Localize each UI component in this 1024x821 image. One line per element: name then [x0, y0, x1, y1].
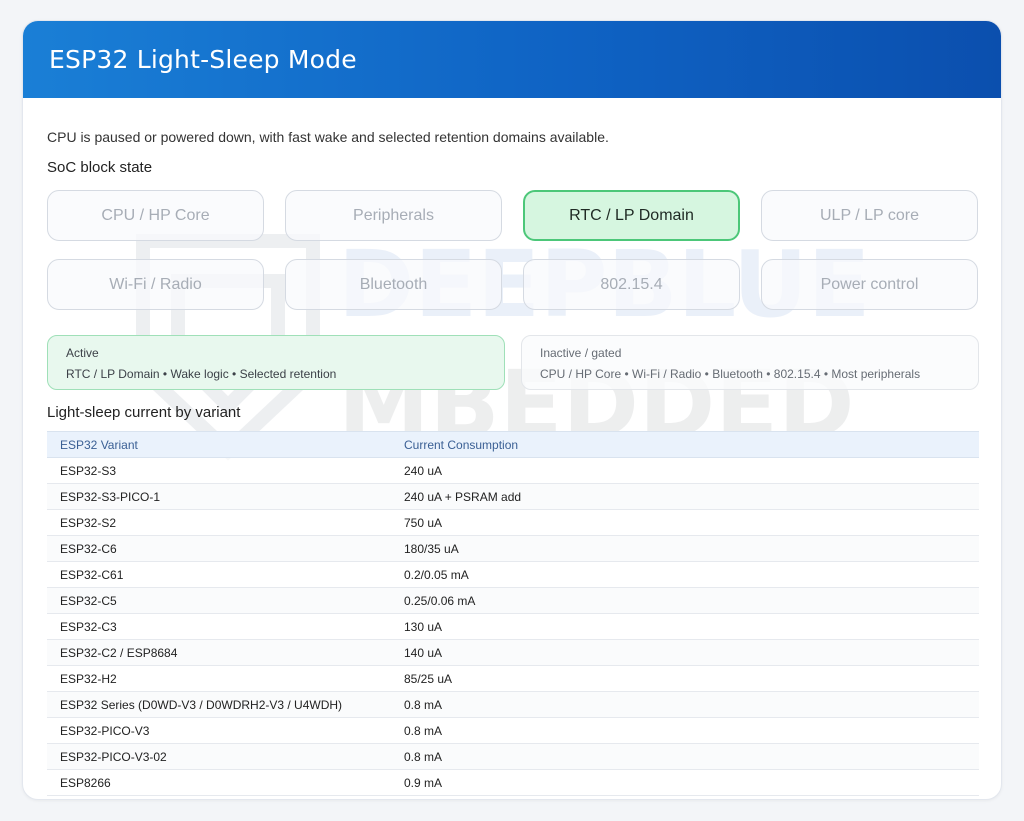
- current-cell: 240 uA: [391, 457, 979, 484]
- legend-inactive: Inactive / gated CPU / HP Core • Wi-Fi /…: [521, 335, 979, 390]
- legend-inactive-title: Inactive / gated: [540, 346, 622, 360]
- table-row: ESP32-C61 0.2/0.05 mA: [47, 561, 979, 588]
- current-cell: 0.8 mA: [391, 743, 979, 770]
- legend-active-items: RTC / LP Domain • Wake logic • Selected …: [66, 367, 337, 381]
- current-cell: 140 uA: [391, 639, 979, 666]
- soc-section-title: SoC block state: [47, 159, 153, 176]
- table-title: Light-sleep current by variant: [47, 404, 241, 421]
- current-cell: 0.2/0.05 mA: [391, 561, 979, 588]
- soc-block-grid: CPU / HP Core Peripherals RTC / LP Domai…: [47, 190, 979, 310]
- page-title: ESP32 Light-Sleep Mode: [49, 45, 357, 74]
- variant-cell: ESP32-S2: [47, 509, 391, 536]
- table-row: ESP32-PICO-V3 0.8 mA: [47, 717, 979, 744]
- block-802154: 802.15.4: [523, 259, 740, 310]
- block-wifi-radio: Wi-Fi / Radio: [47, 259, 264, 310]
- table-row: ESP32-C2 / ESP8684 140 uA: [47, 639, 979, 666]
- column-header-variant: ESP32 Variant: [47, 431, 391, 458]
- block-ulp-lp-core: ULP / LP core: [761, 190, 978, 241]
- current-cell: 750 uA: [391, 509, 979, 536]
- card-header: ESP32 Light-Sleep Mode: [23, 21, 1001, 98]
- table-row: ESP32-H2 85/25 uA: [47, 665, 979, 692]
- light-sleep-card: ESP32 Light-Sleep Mode DEEPBLUE MBEDDED …: [22, 20, 1002, 800]
- table-row: ESP32 Series (D0WD-V3 / D0WDRH2-V3 / U4W…: [47, 691, 979, 718]
- current-cell: 0.9 mA: [391, 769, 979, 796]
- table-row: ESP32-PICO-V3-02 0.8 mA: [47, 743, 979, 770]
- variant-cell: ESP32-PICO-V3-02: [47, 743, 391, 770]
- block-rtc-lp-domain: RTC / LP Domain: [523, 190, 740, 241]
- table-row: ESP32-S3 240 uA: [47, 457, 979, 484]
- variant-cell: ESP32-C61: [47, 561, 391, 588]
- current-table: ESP32 Variant Current Consumption ESP32-…: [47, 431, 979, 796]
- table-row: ESP32-S2 750 uA: [47, 509, 979, 536]
- current-cell: 0.8 mA: [391, 691, 979, 718]
- variant-cell: ESP32 Series (D0WD-V3 / D0WDRH2-V3 / U4W…: [47, 691, 391, 718]
- table-row: ESP32-C5 0.25/0.06 mA: [47, 587, 979, 614]
- current-cell: 240 uA + PSRAM add: [391, 483, 979, 510]
- block-bluetooth: Bluetooth: [285, 259, 502, 310]
- variant-cell: ESP32-S3: [47, 457, 391, 484]
- legend-inactive-items: CPU / HP Core • Wi-Fi / Radio • Bluetoot…: [540, 367, 921, 381]
- table-header-row: ESP32 Variant Current Consumption: [47, 431, 979, 458]
- block-peripherals: Peripherals: [285, 190, 502, 241]
- variant-cell: ESP8266: [47, 769, 391, 796]
- variant-cell: ESP32-C5: [47, 587, 391, 614]
- variant-cell: ESP32-H2: [47, 665, 391, 692]
- variant-cell: ESP32-C3: [47, 613, 391, 640]
- block-power-control: Power control: [761, 259, 978, 310]
- legend-active-title: Active: [66, 346, 99, 360]
- current-cell: 180/35 uA: [391, 535, 979, 562]
- table-row: ESP8266 0.9 mA: [47, 769, 979, 796]
- current-cell: 85/25 uA: [391, 665, 979, 692]
- table-row: ESP32-S3-PICO-1 240 uA + PSRAM add: [47, 483, 979, 510]
- variant-cell: ESP32-C6: [47, 535, 391, 562]
- current-cell: 0.25/0.06 mA: [391, 587, 979, 614]
- variant-cell: ESP32-S3-PICO-1: [47, 483, 391, 510]
- current-cell: 0.8 mA: [391, 717, 979, 744]
- block-cpu-hp-core: CPU / HP Core: [47, 190, 264, 241]
- column-header-current: Current Consumption: [391, 431, 979, 458]
- variant-cell: ESP32-C2 / ESP8684: [47, 639, 391, 666]
- table-row: ESP32-C3 130 uA: [47, 613, 979, 640]
- current-cell: 130 uA: [391, 613, 979, 640]
- variant-cell: ESP32-PICO-V3: [47, 717, 391, 744]
- legend-active: Active RTC / LP Domain • Wake logic • Se…: [47, 335, 505, 390]
- table-row: ESP32-C6 180/35 uA: [47, 535, 979, 562]
- mode-description: CPU is paused or powered down, with fast…: [47, 129, 609, 145]
